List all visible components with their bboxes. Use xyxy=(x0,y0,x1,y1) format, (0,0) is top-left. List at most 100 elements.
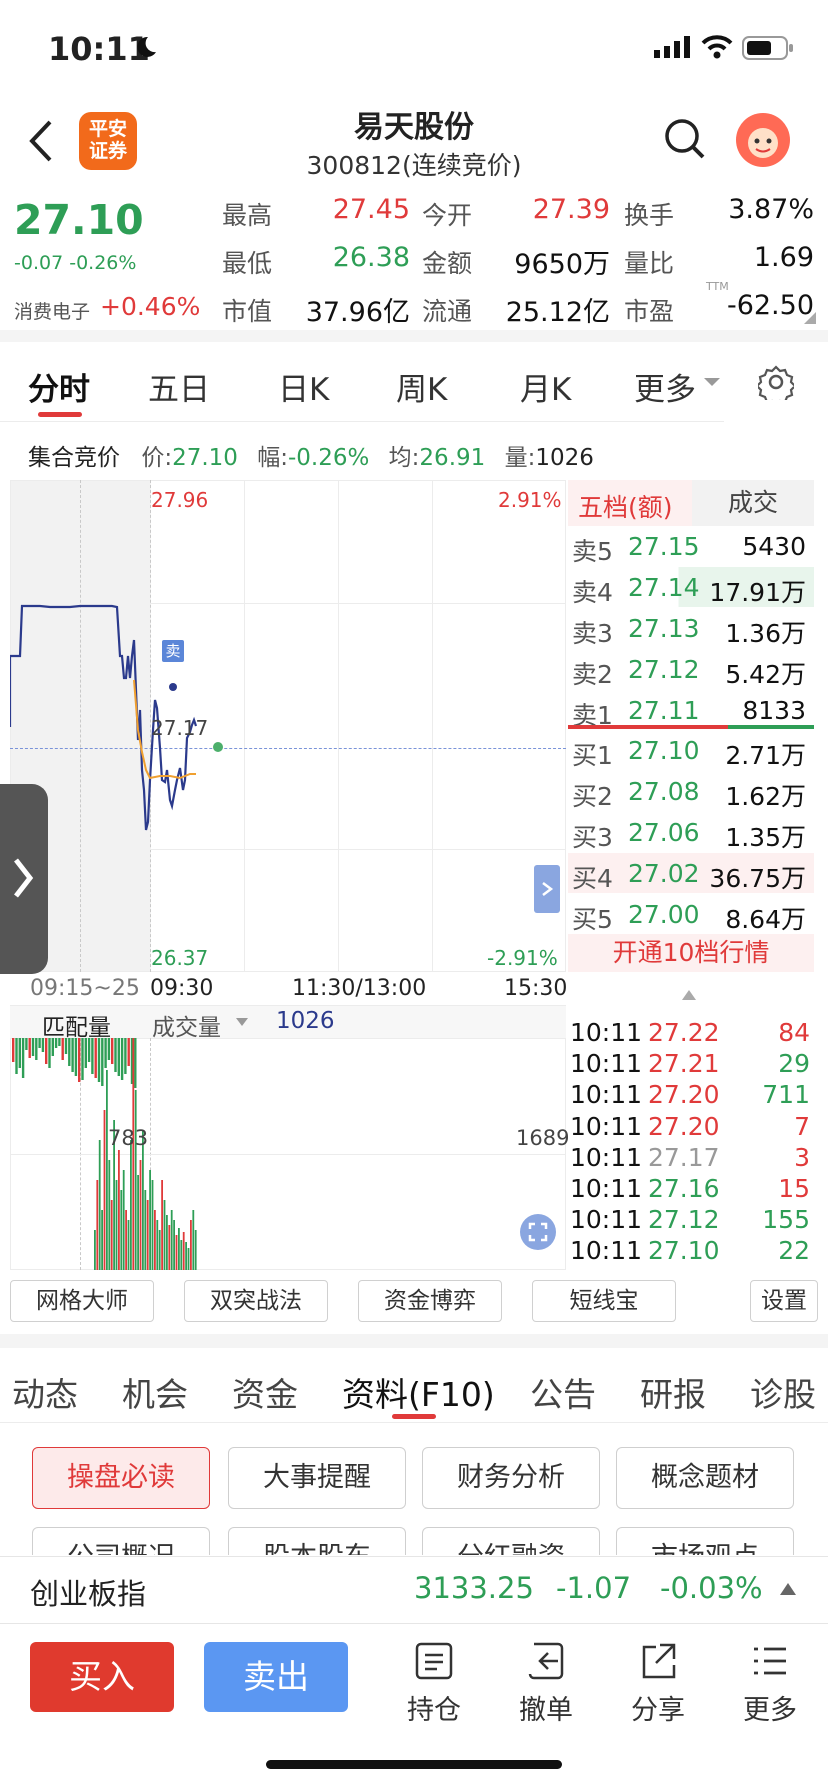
tab-3[interactable]: 周K xyxy=(396,364,447,409)
trade-volume: 84 xyxy=(778,1018,810,1047)
bottom-action[interactable]: 更多 xyxy=(725,1688,815,1727)
orderbook-row[interactable]: 买3 27.06 1.35万 xyxy=(568,812,814,852)
trade-volume: 15 xyxy=(778,1174,810,1203)
volume-bar xyxy=(134,1038,137,1088)
share-icon xyxy=(642,1643,676,1679)
volume-bar xyxy=(110,1200,113,1270)
quote-value: 27.45 xyxy=(332,194,410,225)
orderbook-header: 五档(额) 成交 xyxy=(568,480,814,526)
volume-bar xyxy=(192,1210,195,1270)
tab-trades[interactable]: 成交 xyxy=(692,480,814,526)
level-volume: 1.35万 xyxy=(725,823,806,852)
bottom-action[interactable]: 撤单 xyxy=(501,1688,591,1727)
volume-bar xyxy=(154,1210,156,1270)
f10-tab[interactable]: 资金 xyxy=(232,1368,298,1416)
f10-button[interactable]: 市场观点 xyxy=(616,1527,794,1555)
f10-button[interactable]: 财务分析 xyxy=(422,1447,600,1509)
orderbook-row[interactable]: 卖4 27.14 17.91万 xyxy=(568,567,814,607)
dropdown-icon[interactable] xyxy=(704,376,720,388)
scroll-up-icon[interactable] xyxy=(682,990,696,1000)
volume-bar xyxy=(151,1180,154,1270)
search-icon[interactable] xyxy=(664,118,706,160)
dropdown-icon[interactable] xyxy=(236,1018,248,1028)
f10-button[interactable]: 概念题材 xyxy=(616,1447,794,1509)
orderbook-row[interactable]: 买1 27.10 2.71万 xyxy=(568,730,814,770)
orderbook-row[interactable]: 卖1 27.11 8133 xyxy=(568,690,814,730)
volume-bar xyxy=(96,1180,99,1270)
tool-button[interactable]: 短线宝 xyxy=(532,1280,676,1322)
f10-tab[interactable]: 资料(F10) xyxy=(342,1368,495,1416)
volume-bar xyxy=(124,1038,127,1074)
chart-current-label: 27.17 xyxy=(151,716,209,740)
tool-button[interactable]: 设置 xyxy=(750,1280,818,1322)
orderbook-row[interactable]: 卖3 27.13 1.36万 xyxy=(568,608,814,648)
tool-button[interactable]: 资金博弈 xyxy=(358,1280,502,1322)
index-bar[interactable]: 创业板指 3133.25 -1.07 -0.03% xyxy=(0,1556,828,1624)
f10-button[interactable]: 公司概况 xyxy=(32,1527,210,1555)
trade-time: 10:11 xyxy=(570,1049,643,1079)
tool-button[interactable]: 网格大师 xyxy=(10,1280,154,1322)
volume-bar xyxy=(132,1038,135,1270)
orderbook-row[interactable]: 买4 27.02 36.75万 xyxy=(568,853,814,893)
f10-button[interactable]: 分红融资 xyxy=(422,1527,600,1555)
volume-bar xyxy=(64,1038,68,1054)
volume-bar xyxy=(58,1038,61,1046)
orderbook-row[interactable]: 买5 27.00 8.64万 xyxy=(568,894,814,934)
tab-five-levels[interactable]: 五档(额) xyxy=(578,488,673,524)
time-axis: 09:15~25 09:30 11:30/13:00 15:30 xyxy=(10,972,567,1006)
orderbook-row[interactable]: 买2 27.08 1.62万 xyxy=(568,771,814,811)
sell-button[interactable]: 卖出 xyxy=(204,1642,348,1712)
tab-0[interactable]: 分时 xyxy=(28,364,90,409)
expand-up-icon[interactable] xyxy=(780,1583,796,1595)
volume-bar xyxy=(45,1038,48,1064)
orderbook-row[interactable]: 卖5 27.15 5430 xyxy=(568,526,814,566)
volume-bar xyxy=(127,1038,130,1066)
f10-button[interactable]: 大事提醒 xyxy=(228,1447,406,1509)
level-volume: 1.62万 xyxy=(725,782,806,811)
volume-bar xyxy=(163,1200,166,1270)
tab-2[interactable]: 日K xyxy=(278,364,329,409)
f10-tab[interactable]: 机会 xyxy=(122,1368,188,1416)
expand-orderbook-button[interactable] xyxy=(534,865,560,913)
level-label: 卖4 xyxy=(572,578,613,607)
tab-5[interactable]: 更多 xyxy=(634,364,696,409)
time-label: 11:30/13:00 xyxy=(292,976,427,1001)
f10-tab[interactable]: 动态 xyxy=(12,1368,78,1416)
quote-label: 今开 xyxy=(422,201,473,230)
orderbook-row[interactable]: 卖2 27.12 5.42万 xyxy=(568,649,814,689)
volume-bar xyxy=(35,1038,38,1060)
fullscreen-button[interactable] xyxy=(520,1214,556,1250)
bottom-action[interactable]: 分享 xyxy=(613,1688,703,1727)
level-volume: 5430 xyxy=(742,532,806,561)
volume-bar xyxy=(12,1038,15,1062)
tab-1[interactable]: 五日 xyxy=(148,364,210,409)
trade-row: 10:11 27.17 3 xyxy=(570,1143,810,1174)
f10-tab[interactable]: 公告 xyxy=(530,1368,596,1416)
level-label: 买2 xyxy=(572,782,613,811)
f10-tab[interactable]: 诊股 xyxy=(750,1368,816,1416)
tab-4[interactable]: 月K xyxy=(520,364,571,409)
chart-high-pct: 2.91% xyxy=(498,488,562,512)
index-value: 3133.25 xyxy=(414,1571,534,1605)
bottom-action[interactable]: 持仓 xyxy=(389,1688,479,1727)
trade-time: 10:11 xyxy=(570,1142,643,1172)
f10-button[interactable]: 股本股东 xyxy=(228,1527,406,1555)
moon-icon xyxy=(137,36,156,57)
volume-bar xyxy=(18,1038,21,1068)
time-label: 09:30 xyxy=(150,976,214,1001)
active-tab-indicator xyxy=(38,412,82,417)
side-drawer-handle[interactable] xyxy=(0,784,48,974)
volume-type-select[interactable]: 成交量 xyxy=(152,1008,221,1042)
tool-button[interactable]: 双突战法 xyxy=(184,1280,328,1322)
f10-button[interactable]: 操盘必读 xyxy=(32,1447,210,1509)
quote-value: -62.50 xyxy=(726,290,814,321)
gear-icon[interactable] xyxy=(758,364,794,400)
volume-bar xyxy=(91,1038,94,1074)
avatar[interactable] xyxy=(736,113,790,167)
f10-tab[interactable]: 研报 xyxy=(640,1368,706,1416)
upgrade-level10-button[interactable]: 开通10档行情 xyxy=(568,934,814,972)
buy-button[interactable]: 买入 xyxy=(30,1642,174,1712)
level-label: 卖3 xyxy=(572,619,613,648)
trade-price: 27.10 xyxy=(648,1236,720,1266)
volume-bar xyxy=(161,1180,163,1270)
